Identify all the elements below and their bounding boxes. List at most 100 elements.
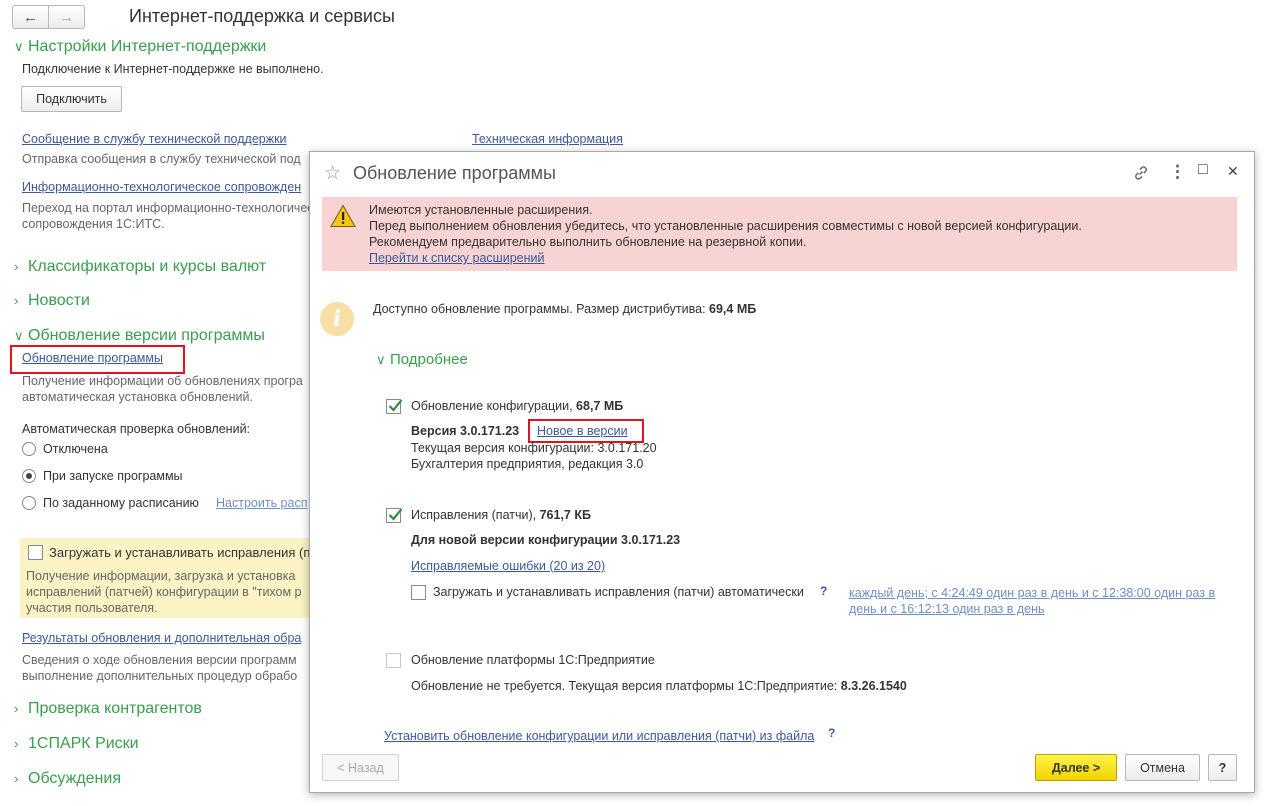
message-support-link[interactable]: Сообщение в службу технической поддержки bbox=[22, 132, 287, 146]
cancel-button[interactable]: Отмена bbox=[1125, 754, 1200, 781]
its-desc-2: сопровождения 1С:ИТС. bbox=[22, 217, 165, 231]
auto-check-label: Автоматическая проверка обновлений: bbox=[22, 422, 251, 436]
chevron-right-icon: › bbox=[14, 736, 19, 751]
platform-status-prefix: Обновление не требуется. Текущая версия … bbox=[411, 679, 838, 693]
section-counterparties[interactable]: › Проверка контрагентов bbox=[14, 700, 202, 718]
back-button[interactable]: ← bbox=[12, 5, 49, 29]
patches-desc-1: Получение информации, загрузка и установ… bbox=[26, 569, 296, 583]
arrow-left-icon: ← bbox=[23, 8, 38, 26]
patches-auto-checkbox[interactable] bbox=[411, 585, 426, 600]
connection-status: Подключение к Интернет-поддержке не выпо… bbox=[22, 62, 324, 76]
patches-checkbox[interactable] bbox=[28, 545, 43, 560]
patches-update-label: Исправления (патчи), 761,7 КБ bbox=[411, 508, 591, 522]
patches-auto-help[interactable]: ? bbox=[820, 584, 827, 598]
details-toggle[interactable]: ∨ Подробнее bbox=[376, 351, 468, 368]
section-news[interactable]: › Новости bbox=[14, 292, 90, 310]
distribution-size: 69,4 МБ bbox=[709, 302, 757, 316]
checkmark-icon bbox=[388, 508, 403, 521]
section-title: Настройки Интернет-поддержки bbox=[28, 38, 267, 55]
highlight-frame bbox=[10, 345, 185, 374]
section-title: Проверка контрагентов bbox=[28, 700, 202, 717]
extensions-list-link[interactable]: Перейти к списку расширений bbox=[369, 251, 544, 265]
radio-schedule-label: По заданному расписанию bbox=[43, 496, 199, 510]
arrow-right-icon: → bbox=[59, 8, 74, 26]
close-icon[interactable]: ✕ bbox=[1227, 163, 1239, 180]
update-results-link[interactable]: Результаты обновления и дополнительная о… bbox=[22, 631, 301, 645]
results-desc-1: Сведения о ходе обновления версии програ… bbox=[22, 653, 297, 667]
patches-checkbox-label: Загружать и устанавливать исправления (п bbox=[49, 545, 311, 560]
warning-line-2: Перед выполнением обновления убедитесь, … bbox=[369, 219, 1082, 233]
install-from-file-help[interactable]: ? bbox=[828, 726, 835, 740]
chevron-down-icon: ∨ bbox=[14, 39, 24, 54]
highlight-frame bbox=[528, 419, 644, 443]
its-desc-1: Переход на портал информационно-технолог… bbox=[22, 201, 314, 215]
section-version-update[interactable]: ∨ Обновление версии программы bbox=[14, 327, 265, 345]
section-support-settings[interactable]: ∨ Настройки Интернет-поддержки bbox=[14, 38, 266, 56]
section-spark[interactable]: › 1СПАРК Риски bbox=[14, 735, 139, 753]
more-options-icon[interactable]: ⋮ bbox=[1169, 162, 1186, 182]
platform-status: Обновление не требуется. Текущая версия … bbox=[411, 679, 907, 693]
next-button[interactable]: Далее > bbox=[1035, 754, 1117, 781]
section-title: Новости bbox=[28, 292, 90, 309]
radio-off-label: Отключена bbox=[43, 442, 108, 456]
warning-line-3: Рекомендуем предварительно выполнить обн… bbox=[369, 235, 807, 249]
radio-schedule[interactable] bbox=[22, 496, 36, 510]
update-desc-1: Получение информации об обновлениях прог… bbox=[22, 374, 303, 388]
config-label-text: Обновление конфигурации, bbox=[411, 399, 573, 413]
radio-off[interactable] bbox=[22, 442, 36, 456]
platform-version: 8.3.26.1540 bbox=[840, 679, 907, 693]
install-from-file-link[interactable]: Установить обновление конфигурации или и… bbox=[384, 729, 814, 743]
forward-button[interactable]: → bbox=[48, 5, 85, 29]
back-step-button[interactable]: < Назад bbox=[322, 754, 399, 781]
chevron-right-icon: › bbox=[14, 293, 19, 308]
its-link[interactable]: Информационно-технологическое сопровожде… bbox=[22, 180, 301, 194]
config-size: 68,7 МБ bbox=[576, 399, 624, 413]
patches-schedule-link-2[interactable]: день и с 16:12:13 один раз в день bbox=[849, 602, 1045, 616]
patches-size: 761,7 КБ bbox=[539, 508, 591, 522]
warning-line-1: Имеются установленные расширения. bbox=[369, 203, 593, 217]
update-available-text: Доступно обновление программы. Размер ди… bbox=[373, 302, 756, 316]
section-title: Обсуждения bbox=[28, 770, 121, 787]
link-icon[interactable] bbox=[1132, 164, 1150, 185]
patches-desc-3: участия пользователя. bbox=[26, 601, 158, 615]
patches-for-version: Для новой версии конфигурации 3.0.171.23 bbox=[411, 533, 681, 547]
dialog-title: Обновление программы bbox=[353, 163, 556, 183]
message-support-desc: Отправка сообщения в службу технической … bbox=[22, 152, 301, 166]
section-classifiers[interactable]: › Классификаторы и курсы валют bbox=[14, 258, 266, 276]
favorite-star-icon[interactable]: ☆ bbox=[324, 162, 341, 185]
patches-schedule-link-1[interactable]: каждый день; с 4:24:49 один раз в день и… bbox=[849, 586, 1215, 600]
config-update-label: Обновление конфигурации, 68,7 МБ bbox=[411, 399, 623, 413]
patches-desc-2: исправлений (патчей) конфигурации в "тих… bbox=[26, 585, 302, 599]
config-edition: Бухгалтерия предприятия, редакция 3.0 bbox=[411, 457, 644, 471]
update-dialog: ☆ Обновление программы ⋮ □ ✕ Имеются уст… bbox=[309, 151, 1255, 793]
current-config-version: Текущая версия конфигурации: 3.0.171.20 bbox=[411, 441, 657, 455]
patches-update-checkbox[interactable] bbox=[386, 508, 403, 523]
chevron-right-icon: › bbox=[14, 701, 19, 716]
details-label: Подробнее bbox=[390, 351, 468, 368]
warning-icon bbox=[330, 204, 356, 231]
section-title: Обновление версии программы bbox=[28, 327, 265, 344]
platform-update-label: Обновление платформы 1С:Предприятие bbox=[411, 653, 655, 667]
update-desc-2: автоматическая установка обновлений. bbox=[22, 390, 253, 404]
radio-startup-label: При запуске программы bbox=[43, 469, 183, 483]
help-button[interactable]: ? bbox=[1208, 754, 1237, 781]
section-title: 1СПАРК Риски bbox=[28, 735, 139, 752]
connect-button[interactable]: Подключить bbox=[21, 86, 122, 112]
update-available-prefix: Доступно обновление программы. Размер ди… bbox=[373, 302, 706, 316]
tech-info-link[interactable]: Техническая информация bbox=[472, 132, 623, 146]
patches-auto-label: Загружать и устанавливать исправления (п… bbox=[433, 585, 804, 599]
maximize-icon[interactable]: □ bbox=[1198, 161, 1208, 179]
chevron-down-icon: ∨ bbox=[14, 328, 24, 343]
section-discussions[interactable]: › Обсуждения bbox=[14, 770, 121, 788]
fixed-errors-link[interactable]: Исправляемые ошибки (20 из 20) bbox=[411, 559, 605, 573]
config-update-checkbox[interactable] bbox=[386, 399, 403, 414]
chevron-right-icon: › bbox=[14, 259, 19, 274]
radio-startup[interactable] bbox=[22, 469, 36, 483]
platform-update-checkbox[interactable] bbox=[386, 653, 401, 668]
page-title: Интернет-поддержка и сервисы bbox=[129, 6, 395, 26]
configure-schedule-link[interactable]: Настроить расп bbox=[216, 496, 307, 510]
chevron-down-icon: ∨ bbox=[376, 352, 386, 367]
chevron-right-icon: › bbox=[14, 771, 19, 786]
results-desc-2: выполнение дополнительных процедур обраб… bbox=[22, 669, 298, 683]
info-icon: i bbox=[320, 302, 354, 336]
